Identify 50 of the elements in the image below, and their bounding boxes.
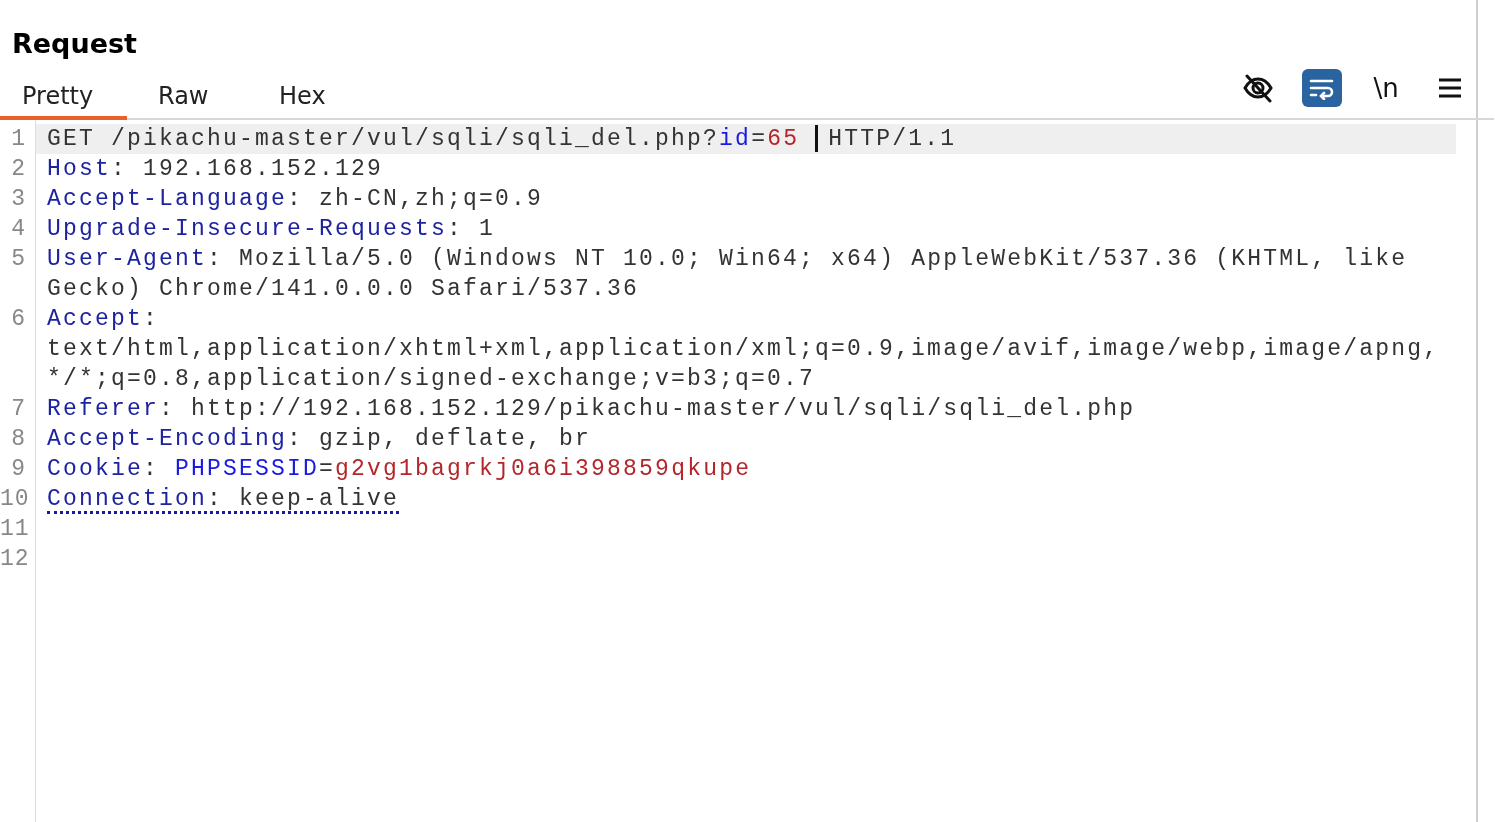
code-text: Cookie xyxy=(47,456,143,482)
code-text: g2vg1bagrkj0a6i398859qkupe xyxy=(335,456,752,482)
line-number: 11 xyxy=(0,515,31,544)
line-number: 12 xyxy=(0,545,31,574)
line-number: 1 xyxy=(10,125,27,154)
eye-slash-icon xyxy=(1242,73,1274,103)
code-text: Referer xyxy=(47,396,160,422)
wrap-button[interactable] xyxy=(1302,69,1342,107)
code-text: : keep-alive xyxy=(207,486,400,512)
code-text: : xyxy=(143,456,161,482)
code-text: = xyxy=(319,456,336,482)
code-text: Host xyxy=(47,156,111,182)
code-text: Gecko) Chrome/141.0.0.0 Safari/537.36 xyxy=(47,276,640,302)
code-text: */*;q=0.8,application/signed-exchange;v=b3;q=0.7 xyxy=(47,366,816,392)
panel-title: Request xyxy=(11,27,138,61)
code-text: 65 xyxy=(767,126,800,152)
code-text: GET /pikachu-master/vul/sqli/sqli_del.php? xyxy=(47,126,720,152)
code-text: : Mozilla/5.0 (Windows NT 10.0; Win64; x64) AppleWebKit/537.36 (KHTML, like xyxy=(207,246,1408,272)
line-number: 7 xyxy=(10,395,27,424)
code-text: text/html,application/xhtml+xml,application/xml;q=0.9,image/avif,image/webp,image/apng, xyxy=(47,336,1440,362)
menu-icon xyxy=(1438,77,1462,99)
code-text: : http://192.168.152.129/pikachu-master/vul/sqli/sqli_del.php xyxy=(159,396,1136,422)
line-number: 9 xyxy=(10,455,27,484)
line-number: 10 xyxy=(0,485,31,514)
code-text: Accept-Language xyxy=(47,186,288,212)
line-number: 4 xyxy=(10,215,27,244)
code-text: PHPSESSID xyxy=(175,456,320,482)
line-number: 6 xyxy=(10,305,27,334)
code-text: Accept-Encoding xyxy=(47,426,288,452)
newline-button[interactable]: \n xyxy=(1366,69,1406,107)
code-text: : gzip, deflate, br xyxy=(287,426,592,452)
tab[interactable]: Pretty xyxy=(0,82,127,120)
line-number: 2 xyxy=(10,155,27,184)
code-text: : xyxy=(143,306,160,332)
code-text: User-Agent xyxy=(47,246,208,272)
line-number: 5 xyxy=(10,245,27,274)
tab[interactable]: Raw xyxy=(127,82,248,120)
code-text: : zh-CN,zh;q=0.9 xyxy=(287,186,544,212)
code-text: Accept xyxy=(47,306,143,332)
code-text: Upgrade-Insecure-Requests xyxy=(47,216,448,242)
tab[interactable]: Hex xyxy=(248,82,369,120)
code-text: Connection xyxy=(47,486,208,512)
code-text: = xyxy=(751,126,768,152)
line-number: 8 xyxy=(10,425,27,454)
code-text: : 192.168.152.129 xyxy=(111,156,384,182)
code-text: id xyxy=(719,126,752,152)
code-text: HTTP/1.1 xyxy=(828,126,957,152)
line-number: 3 xyxy=(10,185,27,214)
code-text: : 1 xyxy=(447,216,496,242)
text-cursor xyxy=(815,125,819,153)
